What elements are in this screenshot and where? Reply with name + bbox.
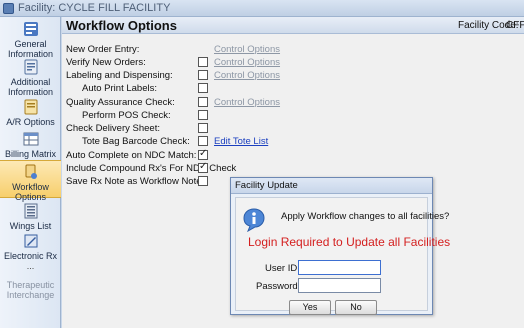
edit-tote-list-link[interactable]: Edit Tote List [214,136,268,147]
sidebar-item-billing-matrix[interactable]: Billing Matrix [0,131,61,159]
option-label: Tote Bag Barcode Check: [82,136,190,147]
sidebar-item-additional-information[interactable]: Additional Information [0,59,61,97]
option-label: Labeling and Dispensing: [66,70,173,81]
option-row-new-order-entry: New Order Entry: Control Options [66,44,516,55]
facility-update-dialog: Facility Update Apply Workflow changes t… [230,177,450,315]
option-row-include-compound: Include Compound Rx's For NDC Check ✓ [66,161,516,174]
check-delivery-sheet-checkbox[interactable] [198,123,208,133]
checkmark-icon: ✓ [199,148,208,159]
wings-list-icon [24,203,37,219]
ar-options-icon [24,99,37,115]
option-label: Perform POS Check: [82,110,171,121]
include-compound-checkbox[interactable]: ✓ [198,161,208,173]
yes-button[interactable]: Yes [289,300,331,315]
general-information-icon [23,22,38,36]
dialog-body: Apply Workflow changes to all facilities… [235,197,450,315]
electronic-rx-icon [24,234,37,248]
option-label: Include Compound Rx's For NDC Check [66,163,237,174]
sidebar-item-label: Electronic Rx [3,251,57,261]
sidebar-more-indicator: ... [26,261,35,271]
quality-assurance-checkbox[interactable] [198,97,208,107]
app-icon [3,3,14,14]
option-label: New Order Entry: [66,44,140,55]
save-rx-note-checkbox[interactable] [198,176,208,186]
option-row-tote-bag-barcode: Tote Bag Barcode Check: Edit Tote List [66,136,516,147]
labeling-dispensing-checkbox[interactable] [198,70,208,80]
sidebar-item-label: General Information [7,39,54,59]
option-row-auto-print-labels: Auto Print Labels: [66,83,516,94]
sidebar-item-wings-list[interactable]: Wings List [0,203,61,231]
option-label: Check Delivery Sheet: [66,123,160,134]
dialog-question: Apply Workflow changes to all facilities… [281,211,450,222]
sidebar-item-label: A/R Options [6,117,55,127]
sidebar-item-label: Billing Matrix [4,149,56,159]
option-label: Auto Complete on NDC Match: [66,150,197,161]
option-row-labeling-dispensing: Labeling and Dispensing: Control Options [66,70,516,81]
sidebar: General Information Additional Informati… [0,17,61,328]
sidebar-item-label: Additional Information [7,77,54,97]
sidebar-item-workflow-options[interactable]: Workflow Options [0,160,61,202]
page-title: Workflow Options [66,18,177,33]
control-options-link[interactable]: Control Options [214,70,280,81]
window-titlebar: Facility: CYCLE FILL FACILITY [0,0,524,17]
control-options-link[interactable]: Control Options [214,57,280,68]
dialog-titlebar: Facility Update [231,178,432,194]
no-button[interactable]: No [335,300,377,315]
dialog-title: Facility Update [235,180,298,191]
sidebar-item-label: Workflow Options [12,182,49,202]
control-options-link[interactable]: Control Options [214,44,280,55]
additional-information-icon [24,59,37,75]
option-row-check-delivery-sheet: Check Delivery Sheet: [66,123,516,134]
info-icon [243,208,265,232]
option-label: Quality Assurance Check: [66,97,175,108]
sidebar-item-label: Wings List [9,221,52,231]
option-label: Save Rx Note as Workflow Note: [66,176,205,187]
option-row-quality-assurance: Quality Assurance Check: Control Options [66,97,516,108]
option-row-auto-complete-ndc: Auto Complete on NDC Match: ✓ [66,148,516,161]
option-label: Auto Print Labels: [82,83,157,94]
billing-matrix-icon [23,132,38,146]
control-options-link[interactable]: Control Options [214,97,280,108]
facility-code-value: CFF [506,20,524,31]
perform-pos-check-checkbox[interactable] [198,110,208,120]
option-label: Verify New Orders: [66,57,146,68]
password-label: Password: [256,281,301,292]
user-id-label: User ID: [265,263,300,274]
sidebar-item-ar-options[interactable]: A/R Options [0,99,61,127]
login-required-warning: Login Required to Update all Facilities [248,235,451,249]
auto-print-labels-checkbox[interactable] [198,83,208,93]
checkmark-icon: ✓ [199,161,208,172]
sidebar-item-electronic-rx[interactable]: Electronic Rx [0,233,61,261]
verify-new-orders-checkbox[interactable] [198,57,208,67]
workflow-options-icon [25,164,37,179]
tote-bag-barcode-checkbox[interactable] [198,136,208,146]
user-id-input[interactable] [298,260,381,275]
option-row-verify-new-orders: Verify New Orders: Control Options [66,57,516,68]
auto-complete-ndc-checkbox[interactable]: ✓ [198,148,208,160]
sidebar-item-general-information[interactable]: General Information [0,21,61,59]
content-header: Workflow Options Facility Code: CFF [62,17,524,34]
password-input[interactable] [298,278,381,293]
window-title: Facility: CYCLE FILL FACILITY [18,2,171,14]
option-row-perform-pos-check: Perform POS Check: [66,110,516,121]
sidebar-item-label: Therapeutic Interchange [6,280,55,300]
sidebar-item-therapeutic-interchange[interactable]: Therapeutic Interchange [0,280,61,302]
